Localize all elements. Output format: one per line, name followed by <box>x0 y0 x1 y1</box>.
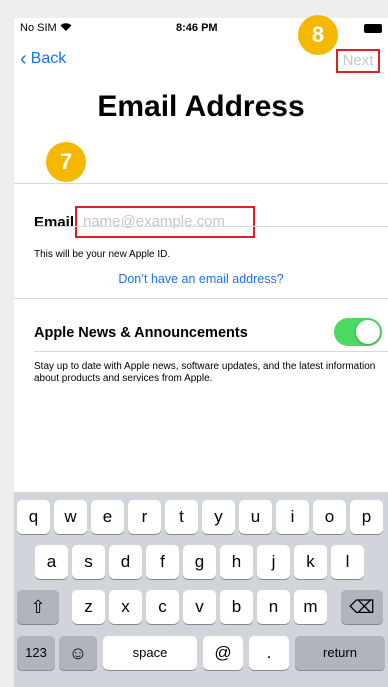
wifi-icon <box>60 22 72 35</box>
key-f[interactable]: f <box>146 545 179 579</box>
news-label: Apple News & Announcements <box>34 325 248 341</box>
key-g[interactable]: g <box>183 545 216 579</box>
key-v[interactable]: v <box>183 590 216 624</box>
back-label: Back <box>30 50 67 67</box>
delete-key[interactable]: ⌫ <box>341 590 383 624</box>
email-input[interactable] <box>75 206 255 238</box>
next-button[interactable]: Next <box>336 49 380 73</box>
key-t[interactable]: t <box>165 500 198 534</box>
no-email-link[interactable]: Don’t have an email address? <box>14 272 388 286</box>
page-title: Email Address <box>97 90 305 123</box>
key-n[interactable]: n <box>257 590 290 624</box>
key-s[interactable]: s <box>72 545 105 579</box>
key-a[interactable]: a <box>35 545 68 579</box>
chevron-left-icon: ‹ <box>20 48 27 70</box>
news-toggle[interactable] <box>334 318 382 346</box>
keyboard: q w e r t y u i o p a s d f g h j k l ⇧ … <box>14 492 388 687</box>
carrier-label: No SIM <box>20 22 57 34</box>
status-time: 8:46 PM <box>176 22 218 34</box>
key-x[interactable]: x <box>109 590 142 624</box>
key-p[interactable]: p <box>350 500 383 534</box>
key-l[interactable]: l <box>331 545 364 579</box>
key-w[interactable]: w <box>54 500 87 534</box>
step-badge-email: 7 <box>46 142 86 182</box>
key-u[interactable]: u <box>239 500 272 534</box>
phone-screen: No SIM 8:46 PM ‹ Back Next Email Address … <box>14 18 388 687</box>
space-key[interactable]: space <box>103 636 197 670</box>
key-q[interactable]: q <box>17 500 50 534</box>
emoji-key[interactable]: ☺ <box>59 636 97 670</box>
divider <box>14 298 388 299</box>
news-description: Stay up to date with Apple news, softwar… <box>34 361 376 384</box>
numbers-key[interactable]: 123 <box>17 636 55 670</box>
key-b[interactable]: b <box>220 590 253 624</box>
apple-id-hint: This will be your new Apple ID. <box>34 249 171 260</box>
at-key[interactable]: @ <box>203 636 243 670</box>
back-button[interactable]: ‹ Back <box>20 48 66 71</box>
key-o[interactable]: o <box>313 500 346 534</box>
key-m[interactable]: m <box>294 590 327 624</box>
shift-key[interactable]: ⇧ <box>17 590 59 624</box>
return-key[interactable]: return <box>295 636 385 670</box>
key-i[interactable]: i <box>276 500 309 534</box>
key-d[interactable]: d <box>109 545 142 579</box>
email-label: Email <box>34 214 75 231</box>
toggle-knob <box>356 320 380 344</box>
divider <box>14 183 388 184</box>
key-k[interactable]: k <box>294 545 327 579</box>
key-h[interactable]: h <box>220 545 253 579</box>
screenshot-frame: No SIM 8:46 PM ‹ Back Next Email Address … <box>0 0 388 687</box>
key-e[interactable]: e <box>91 500 124 534</box>
key-z[interactable]: z <box>72 590 105 624</box>
dot-key[interactable]: . <box>249 636 289 670</box>
divider <box>34 226 388 227</box>
key-c[interactable]: c <box>146 590 179 624</box>
step-badge-next: 8 <box>298 15 338 55</box>
divider <box>34 351 388 352</box>
key-j[interactable]: j <box>257 545 290 579</box>
key-r[interactable]: r <box>128 500 161 534</box>
battery-icon <box>364 24 382 33</box>
key-y[interactable]: y <box>202 500 235 534</box>
